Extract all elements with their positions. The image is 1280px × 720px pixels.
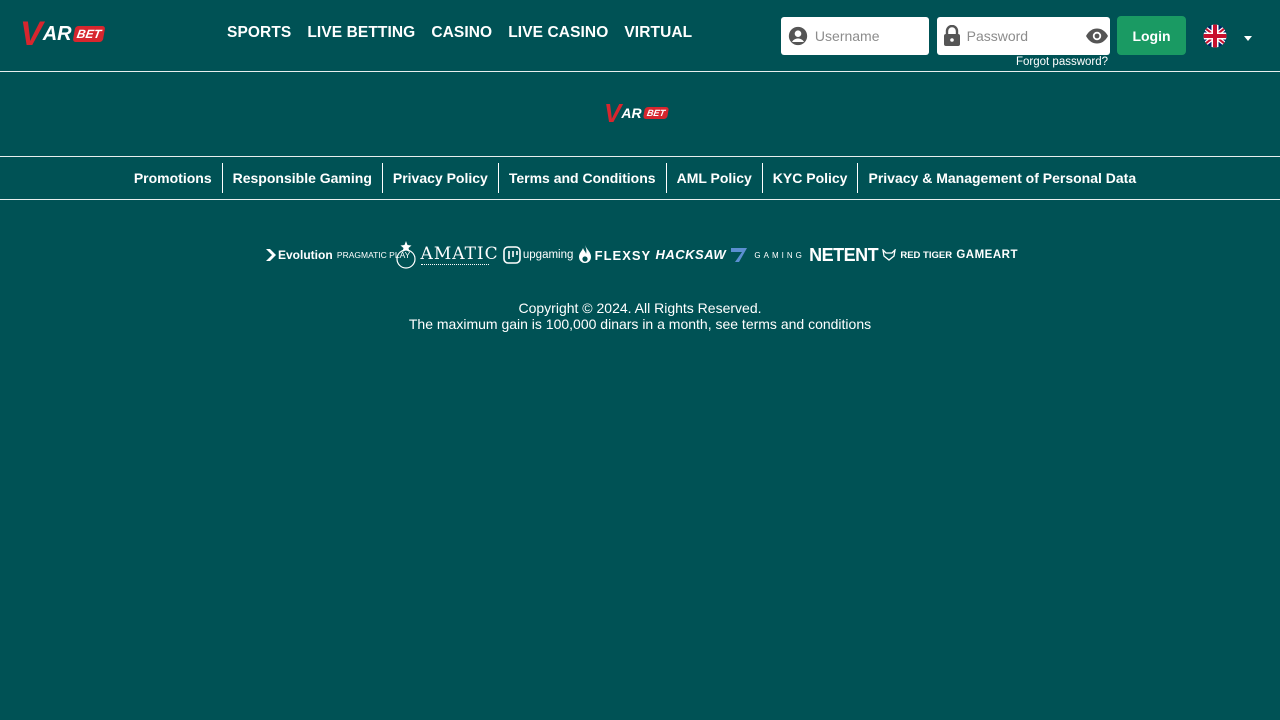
user-icon bbox=[781, 25, 815, 47]
lock-icon bbox=[937, 25, 967, 47]
link-privacy-management[interactable]: Privacy & Management of Personal Data bbox=[858, 163, 1146, 193]
link-privacy-policy[interactable]: Privacy Policy bbox=[383, 163, 499, 193]
nav-virtual[interactable]: VIRTUAL bbox=[624, 24, 692, 42]
logo-bet: BET bbox=[642, 107, 669, 119]
hacksaw-logo: HACKSAW bbox=[655, 247, 727, 262]
varbet-logo[interactable]: V AR BET bbox=[20, 15, 105, 53]
flexsy-logo: FLEXSY bbox=[578, 245, 652, 265]
link-promotions[interactable]: Promotions bbox=[134, 163, 223, 193]
eye-icon[interactable] bbox=[1083, 28, 1110, 44]
netent-logo: NETENT bbox=[809, 244, 879, 265]
footer-copyright: Copyright © 2024. All Rights Reserved. T… bbox=[0, 300, 1280, 332]
site-header: V AR BET SPORTS LIVE BETTING CASINO LIVE… bbox=[0, 0, 1280, 72]
amatic-logo: AMATIC bbox=[420, 243, 499, 265]
logo-ar: AR bbox=[42, 22, 72, 45]
footer-links: Promotions Responsible Gaming Privacy Po… bbox=[0, 156, 1280, 200]
username-input[interactable] bbox=[814, 28, 929, 44]
seven-gaming-logo: GAMING bbox=[730, 247, 804, 263]
link-responsible-gaming[interactable]: Responsible Gaming bbox=[223, 163, 383, 193]
language-selector[interactable] bbox=[1200, 24, 1252, 53]
red-tiger-logo: RED TIGER bbox=[882, 249, 952, 261]
username-field[interactable] bbox=[781, 17, 929, 55]
footer-logo: V AR BET bbox=[604, 98, 669, 128]
max-gain-text: The maximum gain is 100,000 dinars in a … bbox=[408, 316, 872, 332]
pragmatic-play-logo: PRAGMATIC PLAY bbox=[337, 240, 416, 270]
nav-live-betting[interactable]: LIVE BETTING bbox=[307, 24, 415, 42]
password-field[interactable] bbox=[937, 17, 1110, 55]
evolution-logo: Evolution bbox=[266, 248, 333, 262]
main-nav: SPORTS LIVE BETTING CASINO LIVE CASINO V… bbox=[227, 24, 692, 42]
link-terms-and-conditions[interactable]: Terms and Conditions bbox=[499, 163, 667, 193]
gameart-logo: GAMEART bbox=[956, 249, 1018, 261]
forgot-password-link[interactable]: Forgot password? bbox=[1016, 56, 1108, 68]
link-aml-policy[interactable]: AML Policy bbox=[667, 163, 763, 193]
copyright-text: Copyright © 2024. All Rights Reserved. bbox=[518, 300, 762, 316]
chevron-down-icon bbox=[1244, 36, 1252, 41]
link-kyc-policy[interactable]: KYC Policy bbox=[763, 163, 859, 193]
upgaming-logo: upgaming bbox=[503, 246, 573, 264]
uk-flag-icon bbox=[1200, 24, 1230, 53]
nav-casino[interactable]: CASINO bbox=[431, 24, 492, 42]
login-button[interactable]: Login bbox=[1117, 16, 1186, 55]
logo-ar: AR bbox=[621, 105, 642, 121]
nav-sports[interactable]: SPORTS bbox=[227, 24, 291, 42]
nav-live-casino[interactable]: LIVE CASINO bbox=[508, 24, 608, 42]
logo-v: V bbox=[20, 15, 43, 53]
provider-logos: Evolution PRAGMATIC PLAY AMATIC upgaming… bbox=[266, 238, 1018, 272]
logo-bet: BET bbox=[72, 26, 105, 42]
password-input[interactable] bbox=[966, 28, 1084, 44]
logo-v: V bbox=[604, 98, 622, 128]
